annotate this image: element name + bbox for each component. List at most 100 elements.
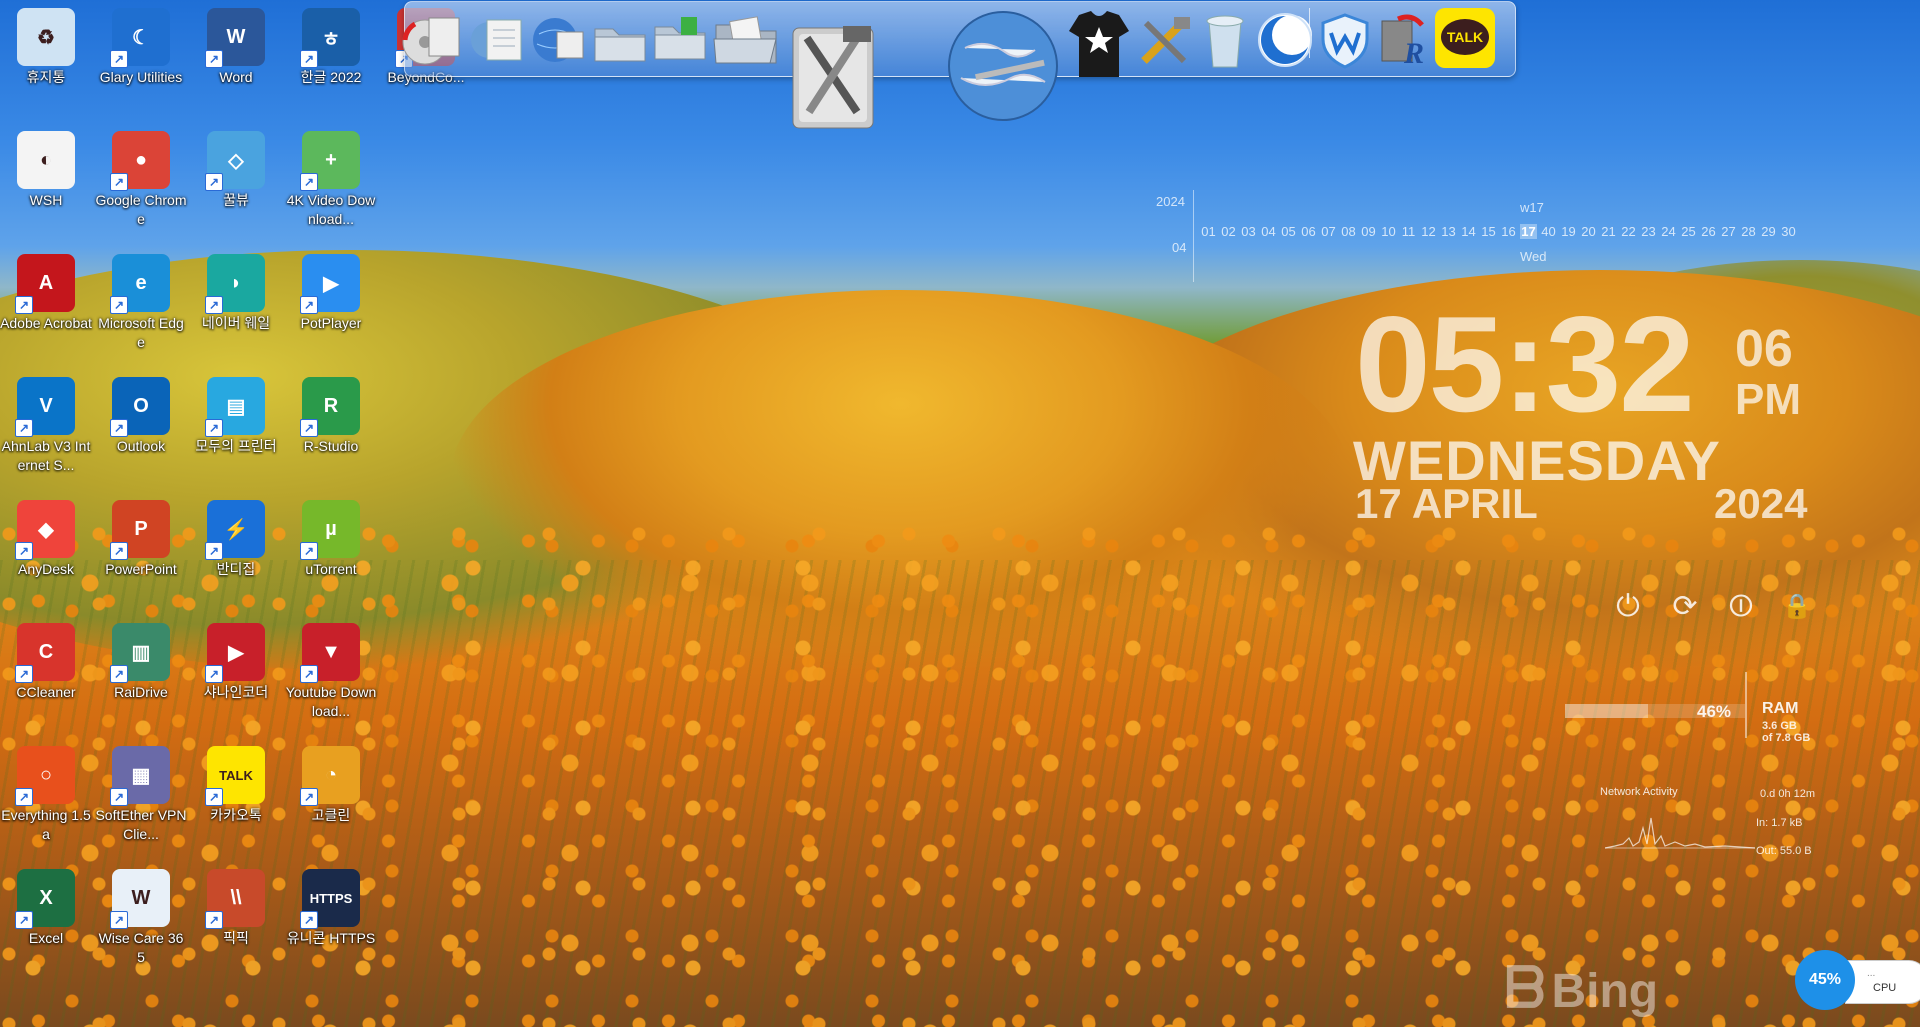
r-studio-icon: R ↗ <box>300 377 360 437</box>
desktop-icon[interactable]: X ↗ Excel <box>0 861 92 948</box>
system-tools-icon[interactable] <box>783 8 883 132</box>
clock-ampm: PM <box>1735 375 1801 424</box>
potplayer-icon: ▶ ↗ <box>300 254 360 314</box>
network-globe-icon[interactable] <box>527 10 589 68</box>
calendar-day: 04 <box>1261 224 1276 239</box>
tshirt-icon[interactable] <box>1065 8 1133 80</box>
r-studio-dock-icon[interactable]: R <box>1375 10 1435 70</box>
desktop-icon[interactable]: ◆ ↗ AnyDesk <box>0 492 92 579</box>
wsh-file-icon: ◐ <box>17 131 75 189</box>
open-folder-icon[interactable] <box>711 8 783 70</box>
desktop-icon[interactable]: ▥ ↗ RaiDrive <box>95 615 187 702</box>
shortcut-arrow-icon: ↗ <box>205 788 223 806</box>
cpu-widget[interactable]: ... CPU 45% <box>1795 950 1920 1010</box>
desktop-icon[interactable]: C ↗ CCleaner <box>0 615 92 702</box>
desktop-icon[interactable]: ▦ ↗ SoftEther VPN Clie... <box>95 738 187 844</box>
unicorn-https-icon: HTTPS ↗ <box>300 869 360 929</box>
desktop-icon-label: 유니콘 HTTPS <box>286 930 376 946</box>
desktop-icon[interactable]: µ ↗ uTorrent <box>285 492 377 579</box>
utility-tools-icon[interactable] <box>1133 12 1195 70</box>
whale-browser-icon: ◗ ↗ <box>205 254 265 314</box>
folder-icon[interactable] <box>589 12 651 68</box>
desktop-icon[interactable]: ▶ ↗ PotPlayer <box>285 246 377 333</box>
shortcut-arrow-icon: ↗ <box>15 542 33 560</box>
desktop-icon-label: 4K Video Download... <box>286 192 376 227</box>
shutdown-button[interactable]: ⏻ <box>1611 590 1645 624</box>
shortcut-arrow-icon: ↗ <box>205 173 223 191</box>
calendar-days: 01 02 03 04 05 06 07 08 09 10 11 12 13 14 15 16 17 40 19 20… <box>1200 224 1797 239</box>
restart-button[interactable]: ⟳ <box>1668 590 1702 624</box>
logoff-button[interactable]: ⏼ <box>1724 590 1758 624</box>
desktop-icon[interactable]: ◐ WSH <box>0 123 92 210</box>
desktop-icon[interactable]: TALK ↗ 카카오톡 <box>190 738 282 825</box>
desktop-icon[interactable]: ♻ 휴지통 <box>0 0 92 87</box>
wise-care-icon: W ↗ <box>110 869 170 929</box>
desktop-icon[interactable]: ◔ ↗ 고클린 <box>285 738 377 825</box>
desktop-icon[interactable]: e ↗ Microsoft Edge <box>95 246 187 352</box>
calendar-day: 29 <box>1761 224 1776 239</box>
shortcut-arrow-icon: ↗ <box>205 50 223 68</box>
desktop-icon[interactable]: ㅎ ↗ 한글 2022 <box>285 0 377 87</box>
word-icon: W ↗ <box>205 8 265 68</box>
desktop-icon[interactable]: ◇ ↗ 꿀뷰 <box>190 123 282 210</box>
calendar-day: 10 <box>1381 224 1396 239</box>
desktop-icon[interactable]: A ↗ Adobe Acrobat <box>0 246 92 333</box>
calendar-day: 26 <box>1701 224 1716 239</box>
desktop-icon-label: Word <box>219 69 253 85</box>
calendar-day: 27 <box>1721 224 1736 239</box>
shortcut-arrow-icon: ↗ <box>300 665 318 683</box>
earth-globe-icon[interactable] <box>945 8 1063 132</box>
power-icon: ⏻ <box>1616 590 1640 623</box>
desktop-icon[interactable]: W ↗ Word <box>190 0 282 87</box>
desktop-icon-label: Excel <box>28 930 64 946</box>
desktop-icon[interactable]: ● ↗ Google Chrome <box>95 123 187 229</box>
bing-brand: Bing <box>1551 965 1659 1018</box>
shortcut-arrow-icon: ↗ <box>300 50 318 68</box>
green-folder-icon[interactable] <box>649 10 711 68</box>
desktop-icon[interactable]: ▶ ↗ 샤나인코더 <box>190 615 282 702</box>
desktop-icon[interactable]: ◗ ↗ 네이버 웨일 <box>190 246 282 333</box>
glary-moon-icon[interactable] <box>1255 10 1315 70</box>
desktop-icon[interactable]: + ↗ 4K Video Download... <box>285 123 377 229</box>
cpu-label: CPU <box>1873 982 1897 994</box>
shortcut-arrow-icon: ↗ <box>15 911 33 929</box>
network-in: In: 1.7 kB <box>1756 817 1803 829</box>
trash-can-icon[interactable] <box>1195 10 1255 70</box>
shortcut-arrow-icon: ↗ <box>110 911 128 929</box>
desktop-icon[interactable]: ▤ ↗ 모두의 프린터 <box>190 369 282 456</box>
youtube-downloader-icon: ▼ ↗ <box>300 623 360 683</box>
desktop-icon[interactable]: HTTPS ↗ 유니콘 HTTPS <box>285 861 377 948</box>
kakaotalk-dock-icon[interactable]: TALK <box>1435 8 1495 68</box>
anydesk-icon: ◆ ↗ <box>15 500 75 560</box>
calendar-day: 03 <box>1241 224 1256 239</box>
shortcut-arrow-icon: ↗ <box>300 788 318 806</box>
calendar-day: 22 <box>1621 224 1636 239</box>
desktop-icon[interactable]: \\ ↗ 픽픽 <box>190 861 282 948</box>
desktop-icon[interactable]: W ↗ Wise Care 365 <box>95 861 187 967</box>
kakaotalk-icon: TALK ↗ <box>205 746 265 806</box>
svg-text:R: R <box>1403 37 1424 69</box>
lock-button[interactable]: 🔒 <box>1780 590 1814 624</box>
cd-drive-icon[interactable] <box>399 8 463 68</box>
desktop-icon-label: AhnLab V3 Internet S... <box>1 438 91 473</box>
desktop-icon[interactable]: P ↗ PowerPoint <box>95 492 187 579</box>
calendar-day: 30 <box>1781 224 1796 239</box>
4k-video-downloader-icon: + ↗ <box>300 131 360 191</box>
wise-shield-icon[interactable] <box>1315 10 1375 70</box>
desktop-icon-label: uTorrent <box>305 561 357 577</box>
document-viewer-icon[interactable] <box>465 10 527 68</box>
desktop-icon[interactable]: R ↗ R-Studio <box>285 369 377 456</box>
desktop-icon[interactable]: ☾ ↗ Glary Utilities <box>95 0 187 87</box>
picpick-icon: \\ ↗ <box>205 869 265 929</box>
calendar-day: 05 <box>1281 224 1296 239</box>
shortcut-arrow-icon: ↗ <box>300 296 318 314</box>
desktop-icon[interactable]: ⚡ ↗ 반디집 <box>190 492 282 579</box>
desktop-icon[interactable]: O ↗ Outlook <box>95 369 187 456</box>
network-activity-graph <box>1605 817 1755 849</box>
desktop-icon[interactable]: ▼ ↗ Youtube Download... <box>285 615 377 721</box>
desktop-icon[interactable]: V ↗ AhnLab V3 Internet S... <box>0 369 92 475</box>
desktop-icon[interactable]: ○ ↗ Everything 1.5a <box>0 738 92 844</box>
honeyview-icon: ◇ ↗ <box>205 131 265 191</box>
desktop-icon-label: RaiDrive <box>114 684 168 700</box>
shortcut-arrow-icon: ↗ <box>110 296 128 314</box>
